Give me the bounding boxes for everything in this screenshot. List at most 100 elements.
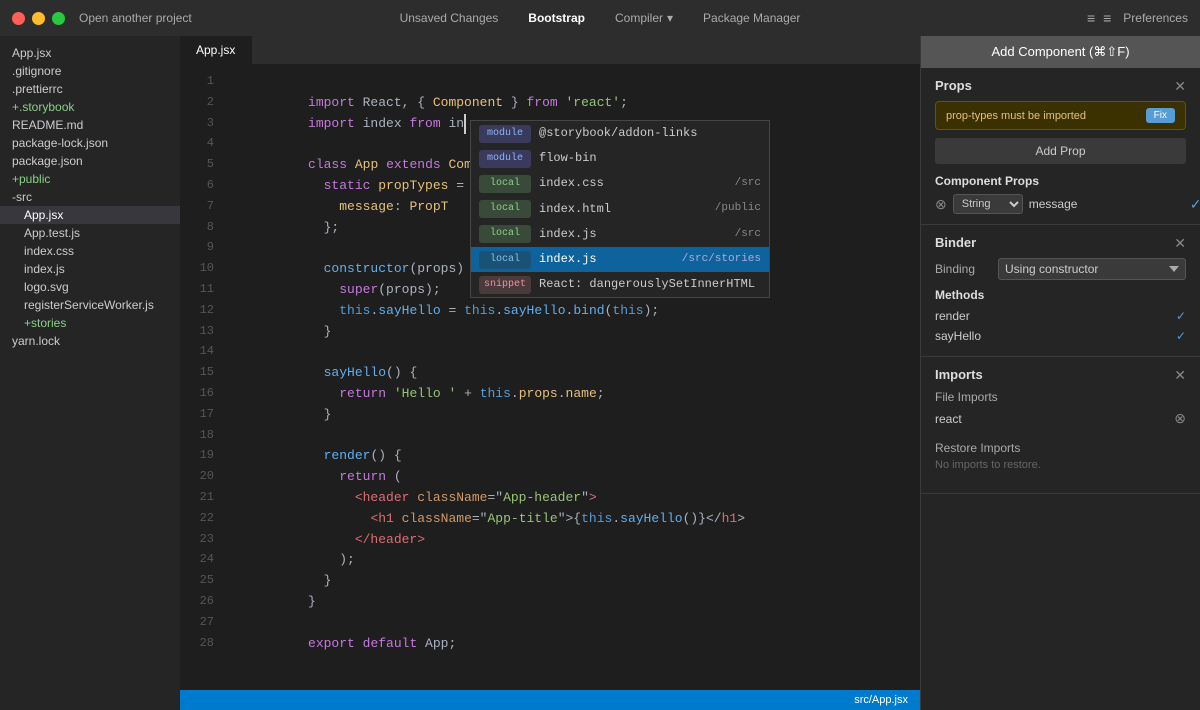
- tab-package-manager[interactable]: Package Manager: [689, 7, 814, 29]
- prop-type-select[interactable]: String Number Bool Array: [953, 194, 1023, 214]
- titlebar-tabs: Unsaved Changes Bootstrap Compiler ▾ Pac…: [386, 7, 815, 29]
- file-imports-subsection: File Imports react ⊗: [935, 390, 1186, 429]
- traffic-lights: [12, 12, 65, 25]
- code-line-1: import React, { Component } from 'react'…: [222, 72, 920, 93]
- method-render-check[interactable]: ✓: [1176, 309, 1186, 323]
- tab-bootstrap[interactable]: Bootstrap: [514, 7, 599, 29]
- close-button[interactable]: [12, 12, 25, 25]
- import-item-react: react ⊗: [935, 408, 1186, 429]
- props-header: Props ✕: [935, 78, 1186, 93]
- binder-title: Binder: [935, 235, 976, 250]
- prop-check-icon: ✓: [1190, 196, 1200, 213]
- sidebar-item-app-test[interactable]: App.test.js: [0, 224, 180, 242]
- ac-badge-local-2: local: [479, 200, 531, 218]
- sidebar-item-public[interactable]: +public: [0, 170, 180, 188]
- ac-item-index-js-src[interactable]: local index.js /src: [471, 222, 769, 247]
- code-line-27: export default App;: [222, 613, 920, 634]
- titlebar: Open another project Unsaved Changes Boo…: [0, 0, 1200, 36]
- binder-section: Binder ✕ Binding Using constructor Arrow…: [921, 225, 1200, 357]
- minimize-button[interactable]: [32, 12, 45, 25]
- method-render: render ✓: [935, 306, 1186, 326]
- code-line-26: [222, 592, 920, 613]
- code-editor[interactable]: 1 2 3 4 5 6 7 8 9 10 11 12 13 14 15 16 1…: [180, 64, 920, 690]
- restore-imports-text: No imports to restore.: [935, 459, 1186, 471]
- prop-remove-icon[interactable]: ⊗: [935, 196, 947, 213]
- tab-compiler[interactable]: Compiler ▾: [601, 7, 687, 29]
- binding-label: Binding: [935, 262, 990, 276]
- ac-item-index-html[interactable]: local index.html /public: [471, 197, 769, 222]
- editor-tab-app-jsx[interactable]: App.jsx: [180, 36, 252, 64]
- sidebar-item-app-jsx[interactable]: App.jsx: [0, 206, 180, 224]
- project-label[interactable]: Open another project: [79, 11, 192, 25]
- restore-imports-title: Restore Imports: [935, 441, 1186, 455]
- editor-area: App.jsx 1 2 3 4 5 6 7 8 9 10 11 12 13 14…: [180, 36, 920, 710]
- ac-item-snippet-dangerous[interactable]: snippet React: dangerouslySetInnerHTML: [471, 272, 769, 297]
- editor-tab-bar: App.jsx: [180, 36, 920, 64]
- component-props-row: ⊗ String Number Bool Array ✓: [935, 194, 1186, 214]
- ac-item-flowbin[interactable]: module flow-bin: [471, 146, 769, 171]
- prop-name-input[interactable]: [1029, 197, 1184, 211]
- main-content: App.jsx .gitignore .prettierrc +.storybo…: [0, 36, 1200, 710]
- ac-badge-selected: local: [479, 251, 531, 269]
- imports-header: Imports ✕: [935, 367, 1186, 382]
- line-numbers: 1 2 3 4 5 6 7 8 9 10 11 12 13 14 15 16 1…: [180, 64, 222, 690]
- binding-row: Binding Using constructor Arrow function…: [935, 258, 1186, 280]
- autocomplete-dropdown: module @storybook/addon-links module flo…: [470, 120, 770, 298]
- fix-button[interactable]: Fix: [1146, 108, 1175, 123]
- method-sayhello: sayHello ✓: [935, 326, 1186, 346]
- menu-icon-2[interactable]: ≡: [1103, 10, 1111, 26]
- props-title: Props: [935, 78, 972, 93]
- status-bar: src/App.jsx: [180, 690, 920, 710]
- ac-item-index-js-stories[interactable]: local index.js /src/stories: [471, 247, 769, 272]
- sidebar-item-index-js[interactable]: index.js: [0, 260, 180, 278]
- sidebar-item-index-css[interactable]: index.css: [0, 242, 180, 260]
- sidebar-item-logo-svg[interactable]: logo.svg: [0, 278, 180, 296]
- ac-item-index-css[interactable]: local index.css /src: [471, 171, 769, 196]
- sidebar-item-tab[interactable]: App.jsx: [0, 44, 180, 62]
- method-sayhello-check[interactable]: ✓: [1176, 329, 1186, 343]
- ac-badge-module-2: module: [479, 150, 531, 168]
- toolbar-icons: ≡ ≡: [1087, 10, 1111, 26]
- ac-badge-local: local: [479, 175, 531, 193]
- imports-title: Imports: [935, 367, 983, 382]
- sidebar-item-prettierrc[interactable]: .prettierrc: [0, 80, 180, 98]
- maximize-button[interactable]: [52, 12, 65, 25]
- ac-badge-local-3: local: [479, 225, 531, 243]
- binder-close-icon[interactable]: ✕: [1174, 236, 1186, 250]
- sidebar-item-package-lock[interactable]: package-lock.json: [0, 134, 180, 152]
- restore-imports-subsection: Restore Imports No imports to restore.: [935, 441, 1186, 471]
- binding-select[interactable]: Using constructor Arrow function Bind in…: [998, 258, 1186, 280]
- props-section: Props ✕ prop-types must be imported Fix …: [921, 68, 1200, 225]
- import-name-react: react: [935, 412, 962, 426]
- methods-list: Methods render ✓ sayHello ✓: [935, 288, 1186, 346]
- ac-badge-module: module: [479, 125, 531, 143]
- sidebar: App.jsx .gitignore .prettierrc +.storybo…: [0, 36, 180, 710]
- sidebar-item-package-json[interactable]: package.json: [0, 152, 180, 170]
- methods-title: Methods: [935, 288, 1186, 302]
- method-render-name: render: [935, 309, 970, 323]
- imports-close-icon[interactable]: ✕: [1174, 368, 1186, 382]
- add-prop-button[interactable]: Add Prop: [935, 138, 1186, 164]
- ac-badge-snippet: snippet: [479, 276, 531, 294]
- status-filepath: src/App.jsx: [854, 694, 908, 706]
- sidebar-item-register-sw[interactable]: registerServiceWorker.js: [0, 296, 180, 314]
- preferences-link[interactable]: Preferences: [1123, 11, 1188, 25]
- titlebar-right: ≡ ≡ Preferences: [1087, 10, 1188, 26]
- tab-unsaved-changes[interactable]: Unsaved Changes: [386, 7, 513, 29]
- add-component-button[interactable]: Add Component (⌘⇧F): [921, 36, 1200, 68]
- props-close-icon[interactable]: ✕: [1174, 79, 1186, 93]
- sidebar-item-storybook[interactable]: +.storybook: [0, 98, 180, 116]
- props-warning: prop-types must be imported Fix: [935, 101, 1186, 130]
- sidebar-item-stories[interactable]: +stories: [0, 314, 180, 332]
- method-sayhello-name: sayHello: [935, 329, 981, 343]
- sidebar-item-yarn-lock[interactable]: yarn.lock: [0, 332, 180, 350]
- sidebar-item-src[interactable]: -src: [0, 188, 180, 206]
- menu-icon-1[interactable]: ≡: [1087, 10, 1095, 26]
- chevron-down-icon: ▾: [667, 11, 673, 25]
- sidebar-item-gitignore[interactable]: .gitignore: [0, 62, 180, 80]
- sidebar-item-readme[interactable]: README.md: [0, 116, 180, 134]
- right-panel: Add Component (⌘⇧F) Props ✕ prop-types m…: [920, 36, 1200, 710]
- import-remove-icon[interactable]: ⊗: [1174, 410, 1186, 427]
- ac-item-storybook[interactable]: module @storybook/addon-links: [471, 121, 769, 146]
- file-imports-title: File Imports: [935, 390, 1186, 404]
